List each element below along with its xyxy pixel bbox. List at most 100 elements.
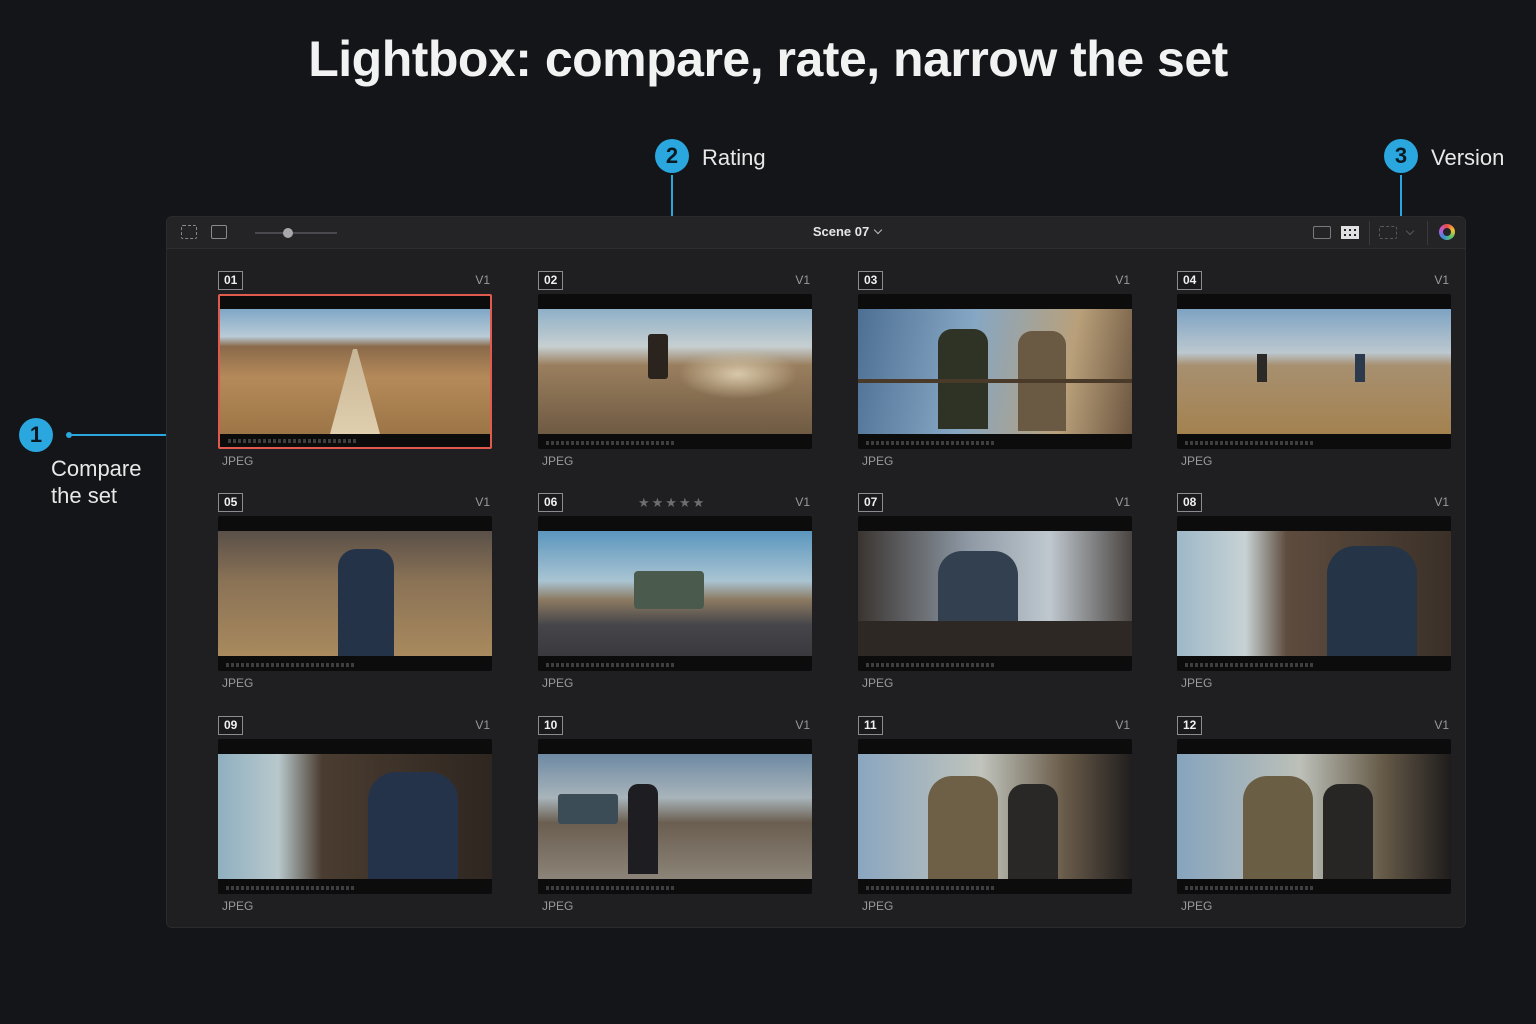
man-drinking-image <box>1177 531 1451 656</box>
clip-version[interactable]: V1 <box>1434 718 1449 732</box>
cowboy-desert-image <box>218 531 492 656</box>
clip-number: 08 <box>1177 493 1203 512</box>
clip-05[interactable]: 05 V1 JPEG <box>218 493 492 693</box>
clip-number: 11 <box>858 716 883 735</box>
overlay-view-icon[interactable] <box>211 225 227 239</box>
clip-version[interactable]: V1 <box>1115 273 1130 287</box>
clip-format: JPEG <box>1181 899 1213 913</box>
clip-format: JPEG <box>222 899 254 913</box>
grid-view-icon[interactable] <box>1341 226 1359 239</box>
clip-format: JPEG <box>542 454 574 468</box>
clip-version[interactable]: V1 <box>1115 718 1130 732</box>
clip-version[interactable]: V1 <box>1434 495 1449 509</box>
clip-06[interactable]: 06 ★★★★★ V1 JPEG <box>538 493 812 693</box>
clip-format: JPEG <box>1181 454 1213 468</box>
clip-version[interactable]: V1 <box>795 718 810 732</box>
scene-selector[interactable]: Scene 07 <box>787 224 907 239</box>
compare-view-icon[interactable] <box>1379 226 1397 239</box>
clip-10[interactable]: 10 V1 JPEG <box>538 716 812 916</box>
timecode-strip <box>866 441 996 445</box>
timecode-strip <box>546 441 676 445</box>
rating-stars[interactable]: ★★★★★ <box>638 495 706 511</box>
clip-version[interactable]: V1 <box>1434 273 1449 287</box>
callout-badge-2: 2 <box>655 139 689 173</box>
callout-badge-1: 1 <box>19 418 53 452</box>
timecode-strip <box>1185 886 1315 890</box>
clip-format: JPEG <box>222 454 254 468</box>
clip-thumbnail[interactable] <box>218 294 492 449</box>
clip-format: JPEG <box>222 676 254 690</box>
callout-label-2: Rating <box>702 145 766 170</box>
clip-02[interactable]: 02 V1 JPEG <box>538 271 812 471</box>
cowgirl-fence-image <box>858 754 1132 879</box>
clip-thumbnail[interactable] <box>538 739 812 894</box>
timecode-strip <box>226 886 356 890</box>
clip-thumbnail[interactable] <box>1177 294 1451 449</box>
clip-thumbnail[interactable] <box>218 516 492 671</box>
clip-format: JPEG <box>542 676 574 690</box>
clip-09[interactable]: 09 V1 JPEG <box>218 716 492 916</box>
clip-version[interactable]: V1 <box>1115 495 1130 509</box>
timecode-strip <box>226 663 356 667</box>
porch-couple-image <box>858 309 1132 434</box>
fit-frame-icon[interactable] <box>181 225 197 239</box>
clip-thumbnail[interactable] <box>858 516 1132 671</box>
clip-number: 04 <box>1177 271 1203 290</box>
clip-03[interactable]: 03 V1 JPEG <box>858 271 1132 471</box>
clip-format: JPEG <box>862 899 894 913</box>
rider-dust-image <box>538 309 812 434</box>
clip-12[interactable]: 12 V1 JPEG <box>1177 716 1451 916</box>
clip-01[interactable]: 01 V1 JPEG <box>218 271 492 471</box>
chevron-down-icon <box>873 225 883 235</box>
clip-thumbnail[interactable] <box>1177 516 1451 671</box>
lightbox-window: Scene 07 01 V1 JPEG 02 V1 JPEG 03 V1 JPE… <box>166 216 1466 928</box>
slider-knob[interactable] <box>283 228 293 238</box>
clip-thumbnail[interactable] <box>858 739 1132 894</box>
cowboy-driving-image <box>858 531 1132 656</box>
clip-number: 12 <box>1177 716 1203 735</box>
clip-08[interactable]: 08 V1 JPEG <box>1177 493 1451 693</box>
thumbnail-size-slider[interactable] <box>255 232 337 234</box>
clip-format: JPEG <box>862 454 894 468</box>
timecode-strip <box>546 886 676 890</box>
clip-format: JPEG <box>542 899 574 913</box>
clip-format: JPEG <box>1181 676 1213 690</box>
toolbar: Scene 07 <box>167 217 1465 249</box>
desert-road-image <box>220 309 490 434</box>
clip-number: 06 <box>538 493 564 512</box>
clip-number: 01 <box>218 271 244 290</box>
clip-number: 03 <box>858 271 884 290</box>
clip-thumbnail[interactable] <box>858 294 1132 449</box>
chevron-down-icon[interactable] <box>1405 226 1415 236</box>
clip-thumbnail[interactable] <box>1177 739 1451 894</box>
clip-number: 05 <box>218 493 244 512</box>
clip-thumbnail[interactable] <box>538 516 812 671</box>
clip-version[interactable]: V1 <box>795 273 810 287</box>
clip-number: 10 <box>538 716 564 735</box>
clip-thumbnail[interactable] <box>218 739 492 894</box>
color-wheel-icon[interactable] <box>1439 224 1455 240</box>
callout-label-3: Version <box>1431 145 1505 170</box>
clip-format: JPEG <box>862 676 894 690</box>
callout-badge-3: 3 <box>1384 139 1418 173</box>
clip-11[interactable]: 11 V1 JPEG <box>858 716 1132 916</box>
clip-version[interactable]: V1 <box>475 495 490 509</box>
timecode-strip <box>546 663 676 667</box>
clip-number: 09 <box>218 716 244 735</box>
toolbar-divider <box>1369 221 1370 245</box>
list-view-icon[interactable] <box>1313 226 1331 239</box>
page-title: Lightbox: compare, rate, narrow the set <box>308 31 1228 87</box>
callout-label-1: Compare the set <box>51 456 142 508</box>
clip-version[interactable]: V1 <box>475 273 490 287</box>
clip-04[interactable]: 04 V1 JPEG <box>1177 271 1451 471</box>
ranch-walk-image <box>538 754 812 879</box>
timecode-strip <box>866 663 996 667</box>
man-trailer-image <box>218 754 492 879</box>
clip-version[interactable]: V1 <box>795 495 810 509</box>
callout-dot-1 <box>66 432 72 438</box>
timecode-strip <box>1185 663 1315 667</box>
timecode-strip <box>228 439 358 443</box>
clip-07[interactable]: 07 V1 JPEG <box>858 493 1132 693</box>
clip-version[interactable]: V1 <box>475 718 490 732</box>
clip-thumbnail[interactable] <box>538 294 812 449</box>
